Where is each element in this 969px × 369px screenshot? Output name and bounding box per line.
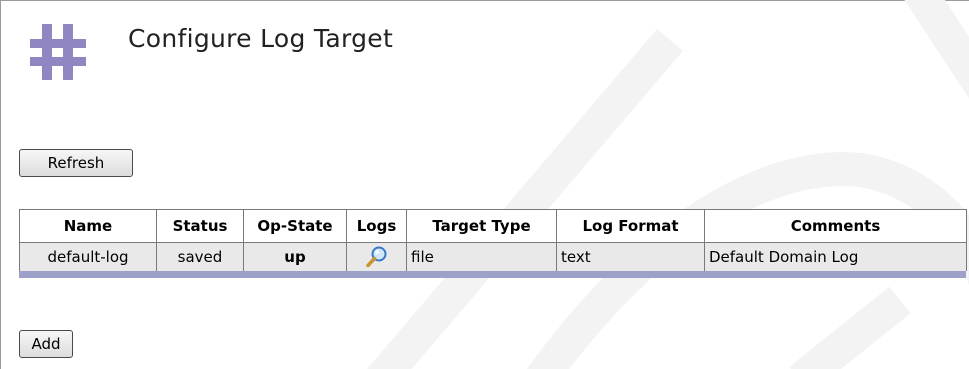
cell-status: saved (156, 242, 244, 271)
add-button[interactable]: Add (19, 330, 73, 358)
cell-logs (346, 242, 407, 271)
background-watermark (367, 0, 969, 369)
column-header-target-type[interactable]: Target Type (406, 209, 557, 243)
magnifier-icon[interactable] (365, 246, 389, 268)
cell-comments: Default Domain Log (704, 242, 967, 271)
column-header-logs[interactable]: Logs (346, 209, 407, 243)
refresh-button[interactable]: Refresh (19, 149, 133, 177)
page-title: Configure Log Target (128, 24, 394, 53)
column-header-comments[interactable]: Comments (704, 209, 967, 243)
column-header-name[interactable]: Name (19, 209, 157, 243)
table-row[interactable]: default-log saved up file text Default D… (19, 242, 967, 271)
column-header-op-state[interactable]: Op-State (243, 209, 347, 243)
table-bottom-bar (19, 271, 966, 278)
window-top-border (0, 0, 969, 1)
log-target-table-container: Name Status Op-State Logs Target Type Lo… (19, 209, 967, 278)
cell-log-format: text (556, 242, 705, 271)
cell-op-state: up (243, 242, 347, 271)
cell-name-link[interactable]: default-log (19, 242, 157, 271)
log-target-table: Name Status Op-State Logs Target Type Lo… (19, 209, 967, 271)
column-header-log-format[interactable]: Log Format (556, 209, 705, 243)
log-target-icon (25, 18, 91, 84)
column-header-status[interactable]: Status (156, 209, 244, 243)
cell-target-type: file (406, 242, 557, 271)
window-left-border (0, 0, 1, 369)
table-header-row: Name Status Op-State Logs Target Type Lo… (19, 209, 967, 243)
page-header (25, 18, 91, 84)
